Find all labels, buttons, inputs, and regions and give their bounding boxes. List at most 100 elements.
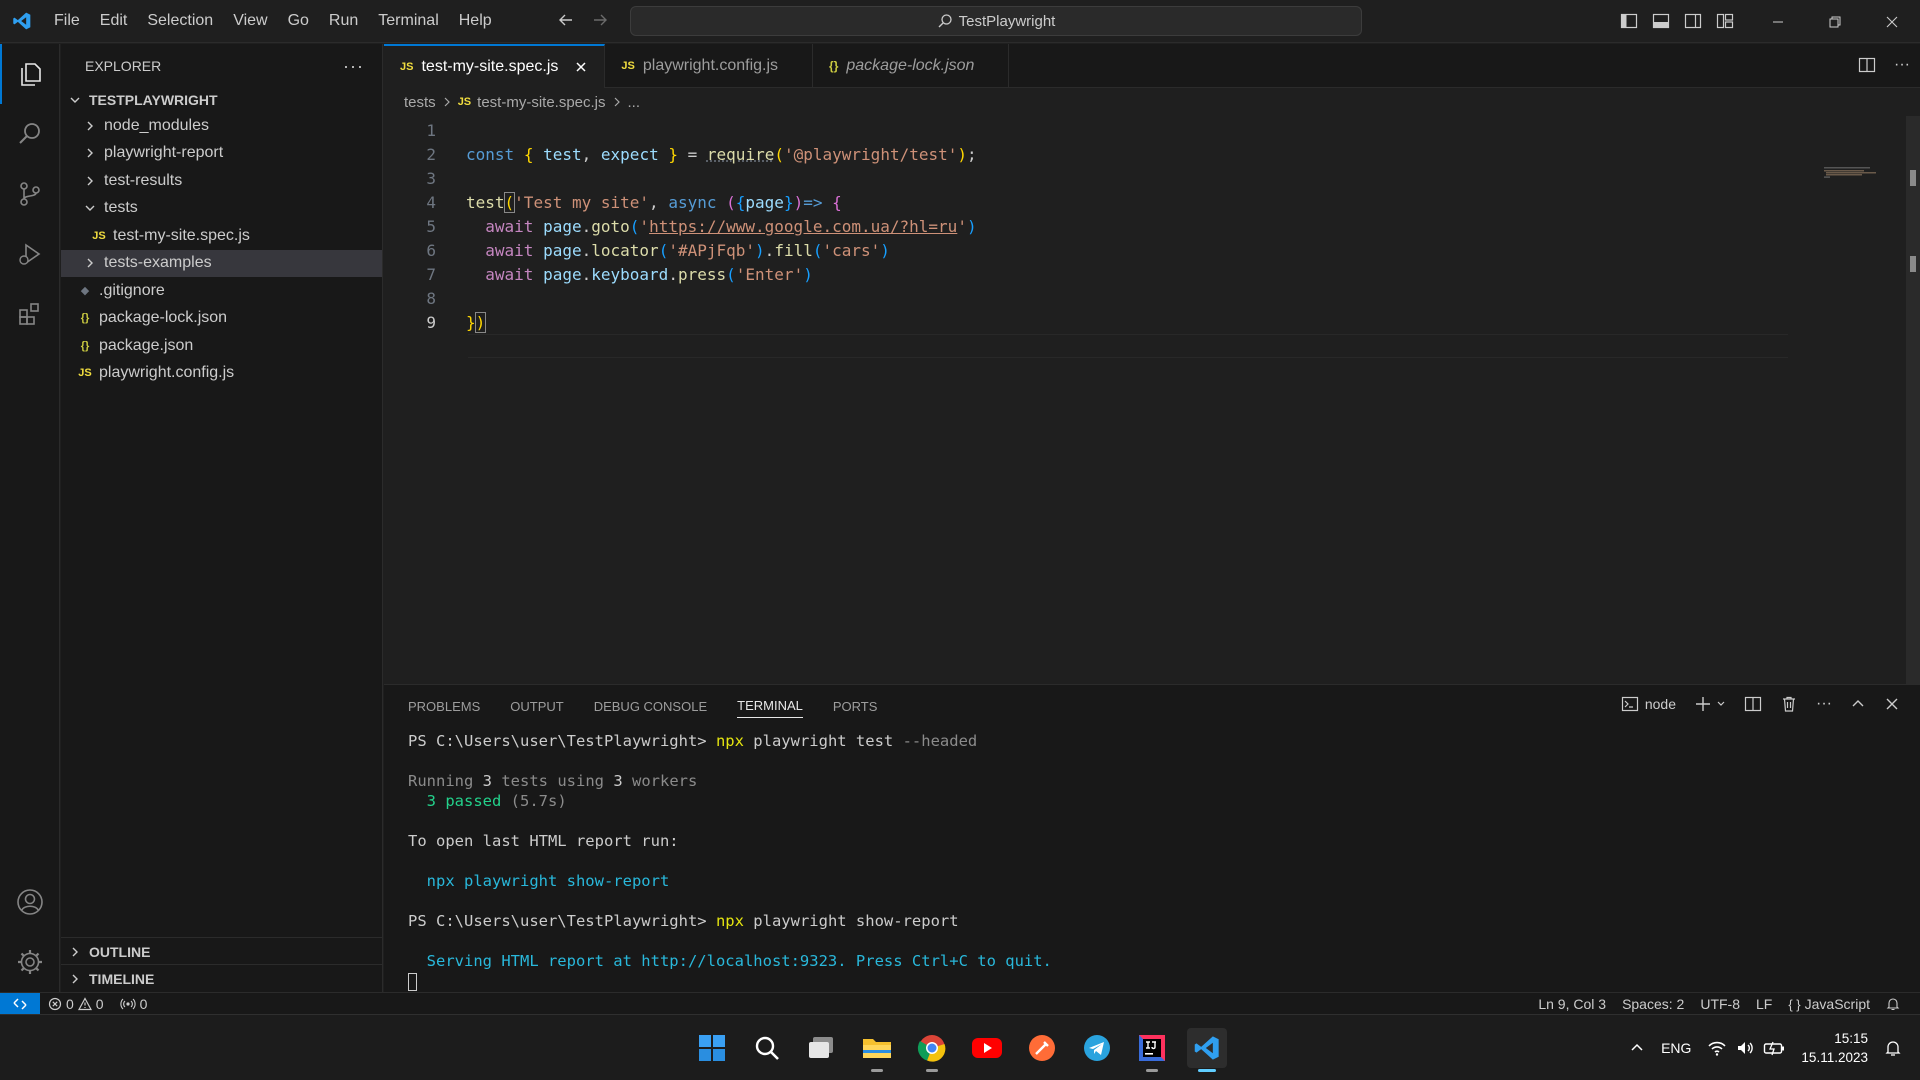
editor-scrollbar[interactable]: [1906, 116, 1920, 684]
close-panel-icon[interactable]: [1884, 696, 1900, 712]
tab-terminal[interactable]: TERMINAL: [737, 698, 803, 718]
chevron-down-icon: [82, 200, 98, 216]
task-view-icon[interactable]: [802, 1028, 842, 1068]
terminal-output[interactable]: PS C:\Users\user\TestPlaywright> npx pla…: [384, 727, 1920, 991]
tree-item-playwright-report[interactable]: playwright-report: [61, 140, 382, 168]
new-terminal-button[interactable]: [1694, 695, 1726, 713]
tree-item-tests[interactable]: tests: [61, 195, 382, 223]
tree-item-test-results[interactable]: test-results: [61, 167, 382, 195]
tree-item-playwright-config[interactable]: JS playwright.config.js: [61, 360, 382, 388]
tab-output[interactable]: OUTPUT: [510, 699, 563, 714]
tab-playwright-config[interactable]: JS playwright.config.js: [605, 44, 814, 88]
code-token: {: [832, 192, 842, 212]
terminal-command: npx: [715, 912, 744, 930]
tree-item-node-modules[interactable]: node_modules: [61, 112, 382, 140]
outline-section[interactable]: OUTLINE: [61, 937, 383, 965]
error-count: 0: [66, 995, 74, 1012]
postman-icon[interactable]: [1022, 1028, 1062, 1068]
breadcrumb-symbol[interactable]: ...: [628, 94, 641, 111]
chevron-up-icon[interactable]: [1629, 1040, 1645, 1056]
file-explorer-icon[interactable]: [857, 1028, 897, 1072]
menu-view[interactable]: View: [223, 12, 277, 30]
toggle-secondary-sidebar-icon[interactable]: [1684, 12, 1702, 30]
menu-run[interactable]: Run: [319, 12, 368, 30]
tree-item-tests-examples[interactable]: tests-examples: [61, 249, 382, 277]
more-actions-icon[interactable]: ···: [1816, 696, 1832, 712]
search-view-icon[interactable]: [0, 104, 60, 164]
split-terminal-icon[interactable]: [1744, 695, 1762, 713]
menu-help[interactable]: Help: [449, 12, 502, 30]
run-debug-icon[interactable]: [0, 224, 60, 284]
more-actions-icon[interactable]: ···: [1894, 56, 1910, 74]
terminal-shell-selector[interactable]: node: [1621, 695, 1676, 713]
accounts-icon[interactable]: [0, 872, 60, 932]
more-actions-icon[interactable]: ···: [343, 56, 364, 77]
extensions-icon[interactable]: [0, 284, 60, 344]
maximize-panel-icon[interactable]: [1850, 696, 1866, 712]
customize-layout-icon[interactable]: [1716, 12, 1734, 30]
telegram-icon[interactable]: [1077, 1028, 1117, 1068]
back-arrow-icon[interactable]: [556, 10, 576, 30]
timeline-section[interactable]: TIMELINE: [61, 964, 383, 992]
chrome-icon[interactable]: [912, 1028, 952, 1072]
menu-edit[interactable]: Edit: [90, 12, 138, 30]
tree-item-package-lock-json[interactable]: {} package-lock.json: [61, 305, 382, 333]
encoding[interactable]: UTF-8: [1692, 996, 1748, 1012]
close-button[interactable]: [1863, 0, 1920, 43]
source-control-icon[interactable]: [0, 164, 60, 224]
tab-package-lock-json[interactable]: {} package-lock.json: [813, 44, 1010, 88]
command-center-search[interactable]: TestPlaywright: [630, 6, 1362, 36]
trash-icon[interactable]: [1780, 695, 1798, 713]
search-icon[interactable]: [747, 1028, 787, 1068]
intellij-icon[interactable]: [1132, 1028, 1172, 1072]
menu-selection[interactable]: Selection: [137, 12, 223, 30]
start-icon[interactable]: [692, 1028, 732, 1068]
terminal-line: Serving HTML report at http://localhost:…: [408, 952, 1052, 970]
terminal-text: 3: [613, 772, 623, 790]
code-token: ): [957, 144, 968, 164]
tab-ports[interactable]: PORTS: [833, 699, 878, 714]
settings-gear-icon[interactable]: [0, 932, 60, 992]
notification-bell-icon[interactable]: [1884, 1039, 1902, 1057]
tree-item-gitignore[interactable]: ◆ .gitignore: [61, 277, 382, 305]
clock[interactable]: 15:15 15.11.2023: [1801, 1029, 1868, 1067]
tree-item-test-my-site-spec[interactable]: JS test-my-site.spec.js: [61, 222, 382, 250]
chevron-down-icon[interactable]: [1716, 699, 1726, 709]
workspace-root[interactable]: TESTPLAYWRIGHT: [61, 88, 382, 112]
menu-terminal[interactable]: Terminal: [368, 12, 448, 30]
menu-file[interactable]: File: [44, 12, 90, 30]
tab-debug-console[interactable]: DEBUG CONSOLE: [594, 699, 707, 714]
youtube-icon[interactable]: [967, 1028, 1007, 1068]
toggle-panel-icon[interactable]: [1652, 12, 1670, 30]
quick-settings[interactable]: [1707, 1039, 1785, 1057]
toggle-primary-sidebar-icon[interactable]: [1620, 12, 1638, 30]
forward-arrow-icon[interactable]: [590, 10, 610, 30]
notifications-bell-icon[interactable]: [1878, 997, 1908, 1011]
minimap[interactable]: [1824, 166, 1880, 178]
breadcrumb-folder[interactable]: tests: [404, 94, 436, 111]
tab-test-my-site-spec[interactable]: JS test-my-site.spec.js: [384, 44, 606, 88]
code-link[interactable]: https://www.google.com.ua/?hl=ru: [649, 217, 957, 236]
vscode-icon[interactable]: [1187, 1028, 1227, 1072]
cursor-position[interactable]: Ln 9, Col 3: [1530, 996, 1614, 1012]
ports-status[interactable]: 0: [112, 996, 156, 1012]
tree-item-package-json[interactable]: {} package.json: [61, 332, 382, 360]
explorer-icon[interactable]: [0, 44, 60, 104]
tab-problems[interactable]: PROBLEMS: [408, 699, 480, 714]
line-number: 8: [426, 288, 436, 308]
restore-button[interactable]: [1806, 0, 1863, 43]
indentation[interactable]: Spaces: 2: [1614, 996, 1692, 1012]
remote-indicator-icon[interactable]: [0, 992, 40, 1015]
menu-go[interactable]: Go: [278, 12, 319, 30]
end-of-line[interactable]: LF: [1748, 996, 1780, 1012]
split-editor-icon[interactable]: [1858, 56, 1876, 74]
json-file-icon: {}: [80, 312, 90, 325]
code-editor[interactable]: 1 2 const { test, expect } = require('@pl…: [384, 116, 1920, 358]
problems-status[interactable]: 0 0: [40, 996, 112, 1012]
minimize-button[interactable]: [1749, 0, 1806, 43]
language-indicator[interactable]: ENG: [1661, 1040, 1691, 1056]
breadcrumb-file[interactable]: test-my-site.spec.js: [477, 94, 605, 111]
close-tab-icon[interactable]: [574, 60, 588, 74]
language-mode[interactable]: { } JavaScript: [1780, 996, 1878, 1012]
code-token: ): [803, 264, 813, 284]
